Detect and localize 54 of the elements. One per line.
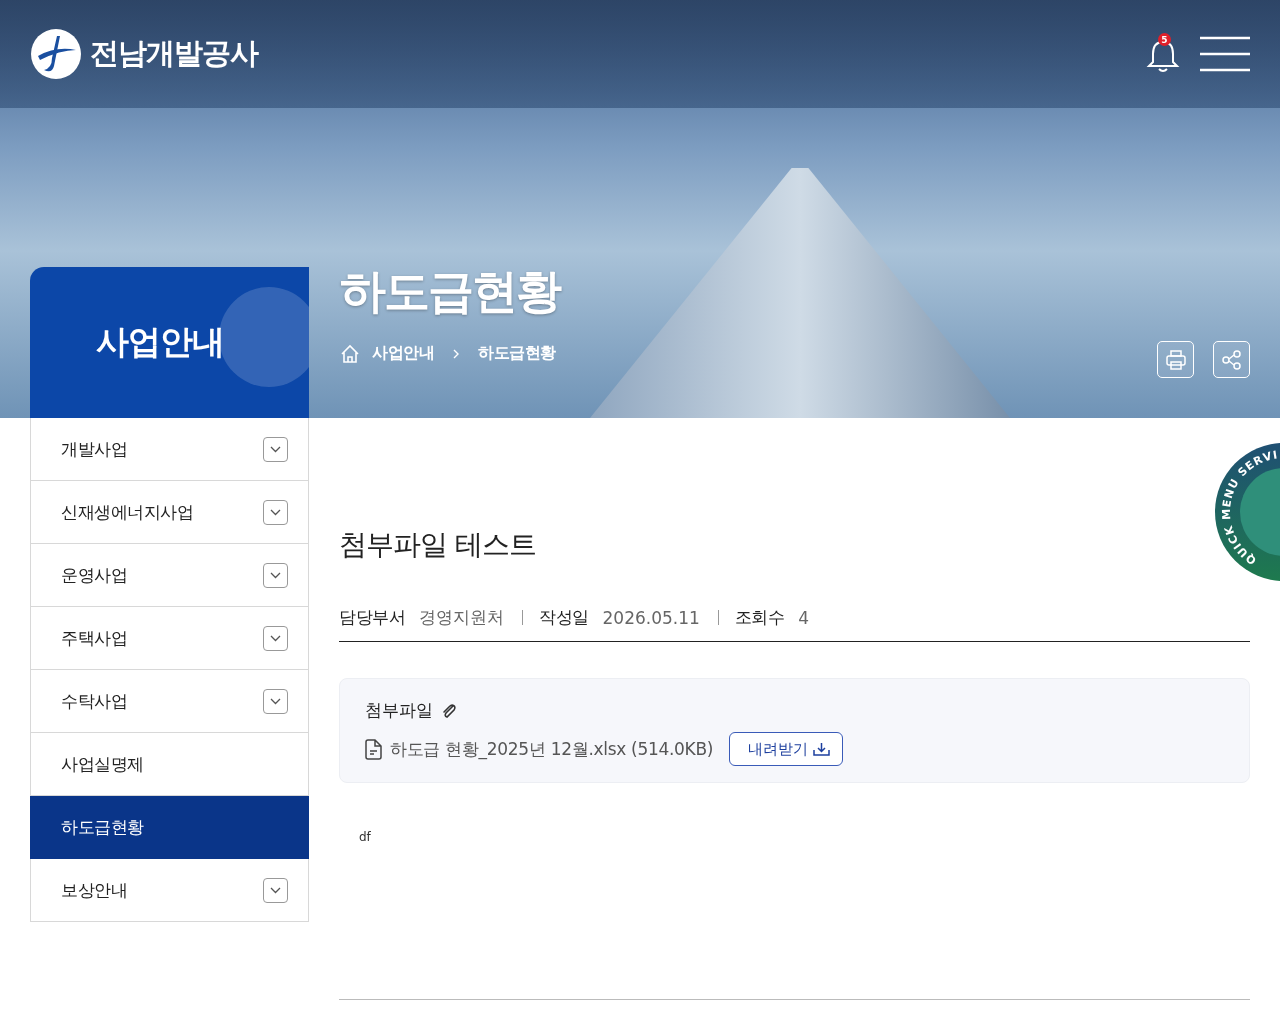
download-icon <box>813 741 831 757</box>
post-body: df <box>359 830 372 844</box>
sidebar-item-label: 수탁사업 <box>61 689 127 713</box>
file-icon <box>365 738 382 760</box>
chevron-down-icon <box>270 886 281 894</box>
chevron-down-icon <box>270 508 281 516</box>
sidebar-item-label: 사업실명제 <box>61 752 144 776</box>
sidebar-item[interactable]: 주택사업 <box>30 607 309 670</box>
sidebar-item[interactable]: 사업실명제 <box>30 733 309 796</box>
sidebar-item[interactable]: 운영사업 <box>30 544 309 607</box>
chevron-icon <box>452 348 460 359</box>
notification-button[interactable]: 5 <box>1146 33 1180 75</box>
sidebar-item-label: 운영사업 <box>61 563 127 587</box>
printer-icon <box>1164 348 1187 371</box>
file-name[interactable]: 하도급 현황_2025년 12월.xlsx (514.0KB) <box>390 737 714 761</box>
section-title: 사업안내 <box>95 321 224 363</box>
sidebar-item[interactable]: 보상안내 <box>30 859 309 922</box>
chevron-down-icon <box>270 571 281 579</box>
sidebar-item[interactable]: 신재생에너지사업 <box>30 481 309 544</box>
meta-value: 4 <box>798 607 810 628</box>
expand-button[interactable] <box>263 436 288 462</box>
expand-button[interactable] <box>263 562 288 588</box>
chevron-down-icon <box>270 634 281 642</box>
meta-value: 경영지원처 <box>419 606 504 629</box>
expand-button[interactable] <box>263 499 288 525</box>
attachment-heading: 첨부파일 <box>365 699 433 722</box>
page-title: 하도급현황 <box>340 263 562 320</box>
meta-label: 조회수 <box>734 606 785 629</box>
post-title: 첨부파일 테스트 <box>339 527 536 563</box>
menu-icon[interactable] <box>1200 36 1250 72</box>
sidebar-item-label: 보상안내 <box>61 878 127 902</box>
home-icon[interactable] <box>340 343 360 364</box>
sidebar-item[interactable]: 수탁사업 <box>30 670 309 733</box>
sidebar-item-label: 주택사업 <box>61 626 127 650</box>
download-button[interactable]: 내려받기 <box>729 732 844 766</box>
expand-button[interactable] <box>263 625 288 651</box>
sidebar-item[interactable]: 하도급현황 <box>30 796 309 859</box>
logo-text[interactable]: 전남개발공사 <box>90 34 258 74</box>
meta-label: 작성일 <box>539 606 589 629</box>
chevron-down-icon <box>270 697 281 705</box>
meta-label: 담당부서 <box>339 606 405 629</box>
expand-button[interactable] <box>263 877 288 903</box>
share-icon <box>1220 348 1243 371</box>
expand-button[interactable] <box>263 688 288 714</box>
sidebar-item-label: 개발사업 <box>61 437 127 461</box>
chevron-down-icon <box>270 445 281 453</box>
sidebar-item[interactable]: 개발사업 <box>30 418 309 481</box>
sidebar-item-label: 신재생에너지사업 <box>61 500 193 524</box>
sidebar-item-label: 하도급현황 <box>61 815 144 839</box>
share-button[interactable] <box>1213 341 1250 378</box>
logo-icon <box>30 28 82 80</box>
paperclip-icon <box>441 701 459 720</box>
print-button[interactable] <box>1157 341 1194 378</box>
meta-value: 2026.05.11 <box>602 607 700 628</box>
